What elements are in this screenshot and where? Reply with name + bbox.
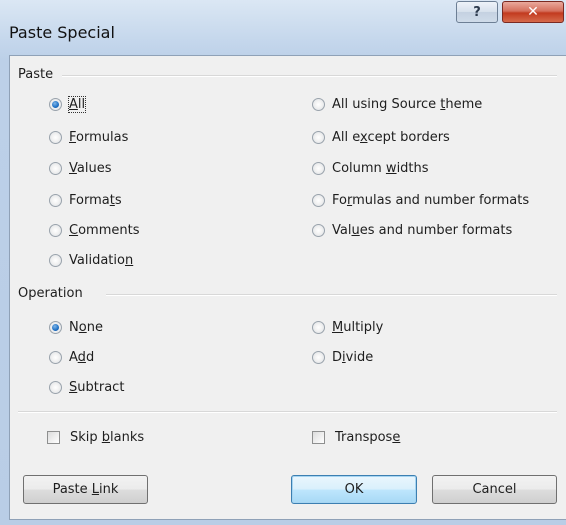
paste-option-column-widths-label: Column widths — [332, 160, 429, 176]
radio-values[interactable] — [49, 161, 62, 175]
transpose-label: Transpose — [335, 429, 401, 445]
paste-option-all[interactable]: All — [49, 93, 87, 115]
radio-all-except-borders[interactable] — [312, 130, 325, 144]
close-icon: ✕ — [527, 4, 539, 20]
paste-special-dialog: Paste Special ? ✕ Paste All Formulas Val… — [0, 0, 566, 525]
paste-option-values-and-number-formats[interactable]: Values and number formats — [312, 219, 512, 241]
paste-option-formats[interactable]: Formats — [49, 189, 122, 211]
dialog-body: Paste All Formulas Values Formats Commen… — [9, 55, 566, 520]
skip-blanks-option[interactable]: Skip blanks — [47, 426, 144, 448]
operation-option-multiply-label: Multiply — [332, 319, 384, 335]
radio-values-and-number-formats[interactable] — [312, 223, 325, 237]
title-bar[interactable]: Paste Special ? ✕ — [0, 0, 566, 60]
paste-option-validation[interactable]: Validation — [49, 249, 133, 271]
paste-option-comments[interactable]: Comments — [49, 219, 139, 241]
paste-option-all-except-borders-label: All except borders — [332, 129, 450, 145]
operation-option-add-label: Add — [69, 349, 95, 365]
radio-formulas-and-number-formats[interactable] — [312, 193, 325, 207]
ok-button-label: OK — [344, 482, 364, 497]
radio-all[interactable] — [49, 97, 62, 111]
paste-section-heading: Paste — [18, 67, 54, 82]
radio-divide[interactable] — [312, 350, 325, 364]
operation-option-add[interactable]: Add — [49, 346, 94, 368]
operation-section-heading: Operation — [18, 286, 83, 301]
radio-subtract[interactable] — [49, 380, 62, 394]
operation-section-divider — [106, 294, 557, 296]
close-button[interactable]: ✕ — [502, 1, 564, 23]
paste-option-formulas-and-number-formats[interactable]: Formulas and number formats — [312, 189, 529, 211]
paste-link-button-label: Paste Link — [52, 482, 119, 497]
skip-blanks-checkbox[interactable] — [47, 430, 60, 444]
paste-option-values-and-number-formats-label: Values and number formats — [332, 222, 513, 238]
transpose-option[interactable]: Transpose — [312, 426, 400, 448]
operation-option-divide-label: Divide — [332, 349, 374, 365]
radio-all-using-source-theme[interactable] — [312, 97, 325, 111]
cancel-button[interactable]: Cancel — [432, 475, 557, 504]
paste-option-all-label: All — [67, 95, 87, 113]
cancel-button-label: Cancel — [472, 482, 517, 497]
paste-option-all-using-source-theme[interactable]: All using Source theme — [312, 93, 482, 115]
radio-add[interactable] — [49, 350, 62, 364]
help-icon: ? — [473, 4, 481, 20]
paste-option-column-widths[interactable]: Column widths — [312, 157, 429, 179]
paste-option-formulas-and-number-formats-label: Formulas and number formats — [332, 192, 530, 208]
paste-option-formats-label: Formats — [69, 192, 122, 208]
paste-option-formulas-label: Formulas — [69, 129, 129, 145]
skip-blanks-label: Skip blanks — [70, 429, 145, 445]
radio-column-widths[interactable] — [312, 161, 325, 175]
radio-validation[interactable] — [49, 253, 62, 267]
help-button[interactable]: ? — [456, 1, 498, 23]
radio-none[interactable] — [49, 320, 62, 334]
operation-option-subtract[interactable]: Subtract — [49, 376, 124, 398]
paste-option-formulas[interactable]: Formulas — [49, 126, 128, 148]
paste-option-values-label: Values — [69, 160, 112, 176]
paste-option-all-except-borders[interactable]: All except borders — [312, 126, 450, 148]
paste-section-divider — [62, 75, 557, 77]
window-title: Paste Special — [9, 23, 115, 42]
radio-formulas[interactable] — [49, 130, 62, 144]
radio-formats[interactable] — [49, 193, 62, 207]
ok-button[interactable]: OK — [291, 475, 417, 504]
operation-option-none-label: None — [69, 319, 103, 335]
paste-option-validation-label: Validation — [69, 252, 134, 268]
operation-option-subtract-label: Subtract — [69, 379, 125, 395]
radio-comments[interactable] — [49, 223, 62, 237]
operation-option-multiply[interactable]: Multiply — [312, 316, 383, 338]
operation-option-divide[interactable]: Divide — [312, 346, 373, 368]
operation-option-none[interactable]: None — [49, 316, 103, 338]
paste-option-values[interactable]: Values — [49, 157, 111, 179]
paste-option-all-using-source-theme-label: All using Source theme — [332, 96, 483, 112]
paste-link-button[interactable]: Paste Link — [23, 475, 148, 504]
paste-option-comments-label: Comments — [69, 222, 140, 238]
transpose-checkbox[interactable] — [312, 430, 325, 444]
radio-multiply[interactable] — [312, 320, 325, 334]
options-divider — [18, 411, 557, 413]
